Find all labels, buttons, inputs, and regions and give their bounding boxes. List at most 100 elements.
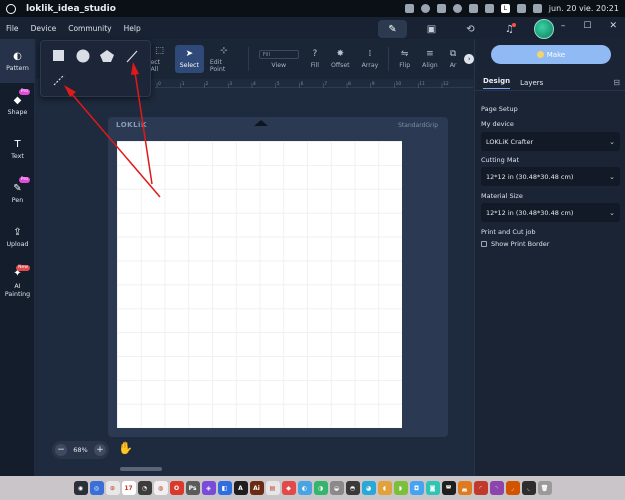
circle-icon[interactable] [76,49,90,63]
dock-trash-icon[interactable]: 🗑 [537,481,552,495]
dock-app-1-icon[interactable]: ◉ [73,481,88,495]
menu-help[interactable]: Help [118,24,147,33]
pro-badge: Pro [18,177,30,183]
sync-icon[interactable]: ⟲ [456,20,485,38]
select-button[interactable]: ➤ Select [174,45,204,73]
dock-calendar-icon[interactable]: 17 [121,481,136,495]
dock-app-2-icon[interactable]: ◎ [89,481,104,495]
tray-icon-3[interactable] [436,4,446,13]
dock-app-26-icon[interactable]: ◜ [473,481,488,495]
dashed-line-icon[interactable] [53,74,65,86]
horizontal-scrollbar[interactable] [120,467,162,471]
flip-icon: ⇋ [400,49,409,59]
sidebar-item-pattern[interactable]: ◐ Pattern [0,39,35,83]
make-button[interactable]: Make [491,45,611,64]
clock[interactable]: jun. 20 vie. 20:21 [549,4,619,13]
tray-icon-5[interactable] [468,4,478,13]
tray-icon-6[interactable] [484,4,494,13]
dock-app-28-icon[interactable]: ◞ [505,481,520,495]
fill-select[interactable]: Fill [258,49,299,59]
dock-app-14-icon[interactable]: ◆ [281,481,296,495]
menu-community[interactable]: Community [62,24,117,33]
select-label: Select [179,62,199,69]
dock-app-25-icon[interactable]: ◛ [457,481,472,495]
dock-app-21-icon[interactable]: ◗ [393,481,408,495]
pentagon-icon[interactable] [100,50,114,62]
dock-app-17-icon[interactable]: ◒ [329,481,344,495]
dock-app-20-icon[interactable]: ◖ [377,481,392,495]
make-label: Make [546,50,566,59]
sidebar-item-shape[interactable]: Pro ◆ Shape [0,83,35,127]
dock-app-3-icon[interactable]: ⊙ [105,481,120,495]
dock-app-10-icon[interactable]: ◧ [217,481,232,495]
divider [247,47,249,71]
dock-app-12-icon[interactable]: Ai [249,481,264,495]
offset-button[interactable]: ✸ Offset [325,49,356,69]
dock-app-27-icon[interactable]: ◝ [489,481,504,495]
close-button[interactable]: ✕ [609,21,617,31]
tab-design[interactable]: Design [483,77,511,89]
hand-tool-icon[interactable]: ✋ [118,441,133,455]
tray-icon-4[interactable] [452,4,462,13]
align-button[interactable]: ≡ Align [416,49,444,69]
sidebar-item-ai-painting[interactable]: New ✦ AI Painting [0,259,35,307]
ruler-tick-label: 2 [206,81,209,87]
show-print-border-checkbox[interactable] [481,241,487,247]
dock-app-11-icon[interactable]: A [233,481,248,495]
project-icon[interactable]: ▣ [417,20,446,38]
flip-button[interactable]: ⇋ Flip [393,49,416,69]
avatar[interactable] [534,19,554,39]
dock-app-6-icon[interactable]: ◍ [153,481,168,495]
select-all-icon: ⬚ [155,45,164,56]
dock-app-13-icon[interactable]: ▤ [265,481,280,495]
dock-app-23-icon[interactable]: ◙ [425,481,440,495]
sidebar-item-text[interactable]: T Text [0,127,35,171]
sidebar-item-upload[interactable]: ⇪ Upload [0,215,35,259]
dock-app-19-icon[interactable]: ◕ [361,481,376,495]
design-sheet[interactable] [117,141,402,428]
toolbar-scroll-right-icon[interactable]: › [464,54,474,64]
tray-icon-2[interactable] [420,4,430,13]
menu-device[interactable]: Device [25,24,63,33]
canvas-area[interactable]: 0 1 2 3 4 5 6 7 8 9 10 11 12 LOKLiK StandardGrip [35,79,474,476]
panel-collapse-icon[interactable]: ⊟ [613,78,620,87]
tab-layers[interactable]: Layers [520,79,543,87]
zoom-in-button[interactable]: + [93,444,106,456]
cutting-mat-select[interactable]: 12*12 in (30.48*30.48 cm) ⌄ [481,167,620,186]
maximize-button[interactable]: ☐ [583,21,591,31]
show-print-border-row[interactable]: Show Print Border [481,240,549,248]
square-icon[interactable] [53,50,64,61]
dock-app-22-icon[interactable]: ◘ [409,481,424,495]
notification-icon[interactable]: ♫ [495,20,524,38]
ruler-top-ticks: 0 1 2 3 4 5 6 7 8 9 10 11 12 [156,81,449,88]
dock-app-16-icon[interactable]: ◑ [313,481,328,495]
dock-app-7-icon[interactable]: O [169,481,184,495]
dock-app-8-icon[interactable]: Ps [185,481,200,495]
dock-app-9-icon[interactable]: ◈ [201,481,216,495]
dock-app-18-icon[interactable]: ◓ [345,481,360,495]
tray-icon-8[interactable] [532,4,542,13]
dock-app-15-icon[interactable]: ◐ [297,481,312,495]
dock-app-29-icon[interactable]: ◟ [521,481,536,495]
view-dropdown[interactable]: Fill View [253,49,305,69]
dock-app-5-icon[interactable]: ◔ [137,481,152,495]
sidebar-item-pen[interactable]: Pro ✎ Pen [0,171,35,215]
tray-icon-1[interactable] [404,4,414,13]
zoom-out-button[interactable]: − [55,444,67,456]
array-button[interactable]: ⁞ Array [356,49,385,69]
edit-point-button[interactable]: ⊹ Edit Point [204,46,244,73]
ruler-tick-label: 3 [229,81,232,87]
fill-button[interactable]: ? Fill [305,49,325,69]
tray-letter-icon[interactable]: L [500,4,510,13]
dock-app-24-icon[interactable]: ◚ [441,481,456,495]
arrange-button[interactable]: ⧉ Ar [444,49,463,69]
arrange-icon: ⧉ [449,49,457,59]
tray-icon-7[interactable] [516,4,526,13]
menu-file[interactable]: File [0,24,25,33]
minimize-button[interactable]: – [561,21,566,31]
design-mode-icon[interactable]: ✎ [378,20,407,38]
material-size-select[interactable]: 12*12 in (30.48*30.48 cm) ⌄ [481,203,620,222]
device-select[interactable]: LOKLiK Crafter ⌄ [481,132,620,151]
show-print-border-label: Show Print Border [491,240,550,248]
line-icon[interactable] [126,50,138,63]
